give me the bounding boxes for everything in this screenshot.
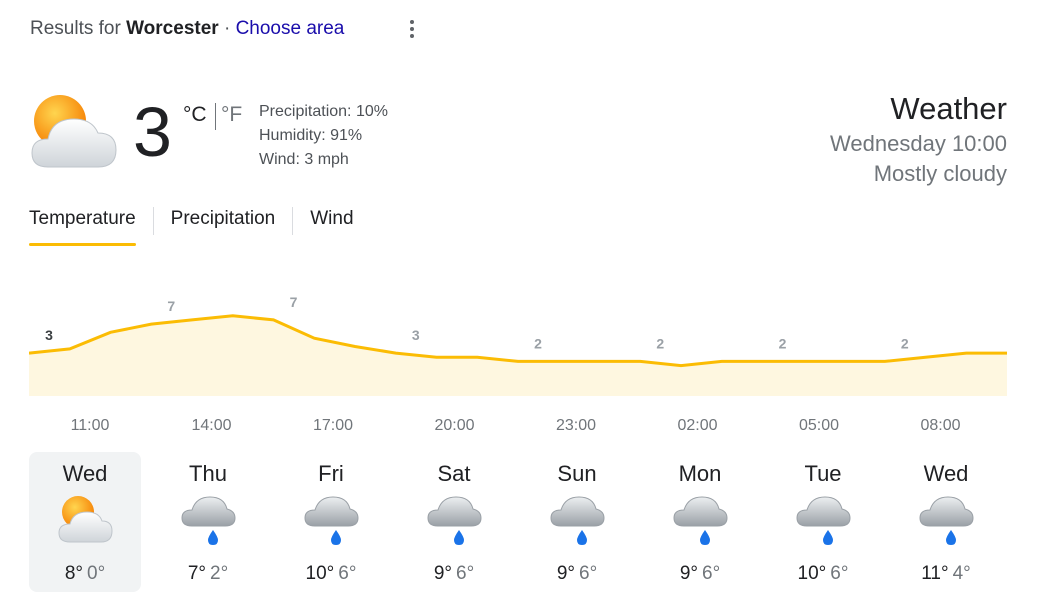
low-temp: 6° <box>702 563 721 584</box>
day-temps: 9° 6° <box>398 563 510 585</box>
rain-cloud-icon <box>179 492 237 550</box>
high-temp: 10° <box>305 563 335 584</box>
high-temp: 9° <box>433 563 452 584</box>
temperature-data-label: 2 <box>656 335 664 351</box>
low-temp: 2° <box>210 563 229 584</box>
day-temps: 10° 6° <box>767 563 879 585</box>
temperature-data-label: 2 <box>534 335 542 351</box>
more-options-button[interactable] <box>402 17 422 43</box>
separator-dot: · <box>223 18 231 39</box>
tab-temperature[interactable]: Temperature <box>29 205 136 246</box>
celsius-toggle[interactable]: °C <box>183 103 207 127</box>
results-prefix: Results for <box>30 18 121 39</box>
fahrenheit-toggle[interactable]: °F <box>221 103 242 127</box>
rain-cloud-icon <box>548 492 606 550</box>
high-temp: 7° <box>187 563 206 584</box>
high-temp: 10° <box>797 563 827 584</box>
day-name: Sat <box>437 461 471 486</box>
time-tick-label: 20:00 <box>434 417 474 434</box>
forecast-day[interactable]: Fri 10° 6° <box>275 452 387 592</box>
temperature-data-label: 2 <box>779 335 787 351</box>
partly-cloudy-icon <box>28 93 120 173</box>
rain-cloud-icon <box>302 492 360 550</box>
rain-cloud-icon <box>794 492 852 550</box>
high-temp: 11° <box>921 563 949 584</box>
day-time: Wednesday 10:00 <box>830 131 1007 156</box>
temperature-data-label: 7 <box>290 294 298 310</box>
time-tick-label: 11:00 <box>71 417 110 434</box>
tab-divider <box>292 207 294 235</box>
temperature-data-label: 3 <box>45 327 53 343</box>
wind-detail: Wind: 3 mph <box>259 151 349 168</box>
low-temp: 4° <box>952 563 971 584</box>
forecast-day[interactable]: Mon 9° 6° <box>644 452 756 592</box>
time-tick-label: 08:00 <box>920 417 960 434</box>
more-vert-icon <box>410 20 414 24</box>
day-temps: 7° 2° <box>152 563 264 585</box>
unit-divider <box>215 103 216 130</box>
day-name: Wed <box>62 461 108 486</box>
high-temp: 9° <box>679 563 698 584</box>
day-name: Wed <box>923 461 969 486</box>
forecast-day[interactable]: Thu 7° 2° <box>152 452 264 592</box>
condition-text: Mostly cloudy <box>873 161 1007 186</box>
day-name: Tue <box>804 461 842 486</box>
day-name: Sun <box>557 461 597 486</box>
tab-divider <box>152 207 154 235</box>
choose-area-link[interactable]: Choose area <box>236 18 345 39</box>
tab-wind[interactable]: Wind <box>310 205 353 246</box>
low-temp: 6° <box>830 563 849 584</box>
temperature-chart: 3 7 7 3 2 2 2 2 11:00 14:00 17:00 20:00 23:00 02:00 05… <box>28 290 1007 440</box>
low-temp: 0° <box>87 563 106 584</box>
day-name: Thu <box>189 461 227 486</box>
low-temp: 6° <box>579 563 598 584</box>
chart-tabs: Temperature Precipitation Wind <box>29 205 354 249</box>
time-tick-label: 23:00 <box>556 417 596 434</box>
temperature-chart-svg: 3 7 7 3 2 2 2 2 11:00 14:00 17:00 20:00 23:00 02:00 05… <box>28 294 1007 434</box>
day-temps: 9° 6° <box>644 563 756 585</box>
time-tick-label: 05:00 <box>799 417 839 434</box>
current-temperature: 3 <box>133 93 172 171</box>
forecast-day[interactable]: Sun 9° 6° <box>521 452 633 592</box>
weather-title: Weather <box>890 91 1007 126</box>
forecast-day[interactable]: Sat 9° 6° <box>398 452 510 592</box>
daily-forecast: Wed 8° 0° Thu 7° 2° Fri 10° 6° Sat 9° 6° Sun 9° 6° Mon 9… <box>29 452 1009 594</box>
temperature-data-label: 3 <box>412 327 420 343</box>
low-temp: 6° <box>338 563 357 584</box>
time-tick-label: 14:00 <box>191 417 231 434</box>
high-temp: 8° <box>64 563 83 584</box>
temperature-area <box>29 315 1007 396</box>
weather-details: Precipitation: 10% Humidity: 91% Wind: 3… <box>259 100 388 172</box>
rain-cloud-icon <box>671 492 729 550</box>
day-name: Mon <box>678 461 722 486</box>
rain-cloud-icon <box>425 492 483 550</box>
temperature-data-label: 7 <box>167 298 175 314</box>
day-temps: 9° 6° <box>521 563 633 585</box>
partly-cloudy-icon <box>56 492 114 550</box>
rain-cloud-icon <box>917 492 975 550</box>
forecast-day[interactable]: Wed 8° 0° <box>29 452 141 592</box>
results-for-line: Results for Worcester · Choose area <box>30 18 344 40</box>
day-temps: 10° 6° <box>275 563 387 585</box>
humidity-detail: Humidity: 91% <box>259 127 363 144</box>
precipitation-detail: Precipitation: 10% <box>259 103 388 120</box>
day-name: Fri <box>318 461 344 486</box>
time-tick-label: 02:00 <box>677 417 717 434</box>
low-temp: 6° <box>456 563 475 584</box>
location-name: Worcester <box>126 18 219 39</box>
day-temps: 8° 0° <box>29 563 141 585</box>
temperature-data-label: 2 <box>901 335 909 351</box>
day-temps: 11° 4° <box>890 563 1002 585</box>
forecast-day[interactable]: Wed 11° 4° <box>890 452 1002 592</box>
tab-precipitation[interactable]: Precipitation <box>171 205 276 246</box>
time-tick-label: 17:00 <box>313 417 353 434</box>
high-temp: 9° <box>556 563 575 584</box>
forecast-day[interactable]: Tue 10° 6° <box>767 452 879 592</box>
